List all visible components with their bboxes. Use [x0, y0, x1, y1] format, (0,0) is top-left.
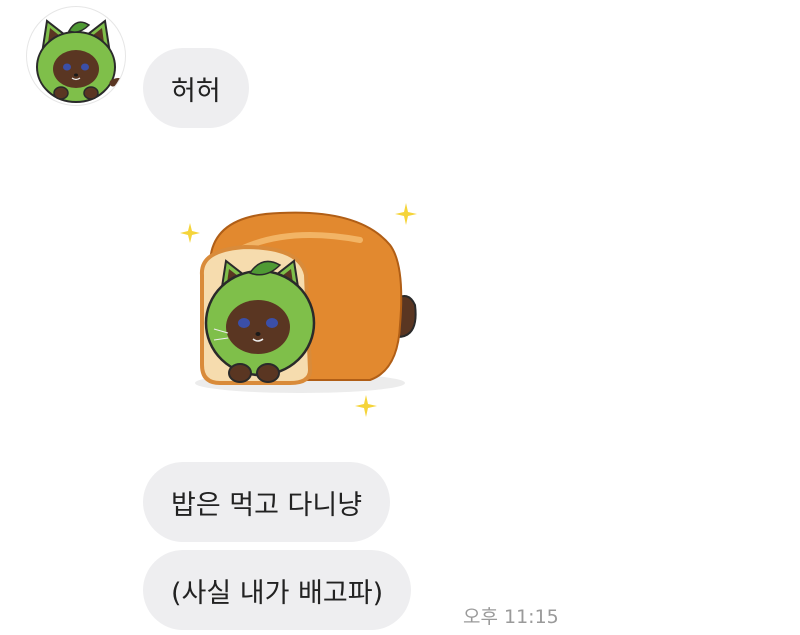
cat-in-bread-loaf-sticker[interactable] [170, 195, 430, 429]
sender-avatar[interactable] [26, 6, 126, 106]
message-timestamp: 오후 11:15 [463, 606, 559, 628]
message-text: 밥은 먹고 다니냥 [171, 489, 363, 521]
bread-cat-sticker-image [180, 203, 417, 417]
message-text: (사실 내가 배고파) [171, 577, 384, 609]
message-text: 허허 [171, 75, 221, 107]
message-bubble[interactable]: 밥은 먹고 다니냥 [143, 462, 391, 542]
message-bubble[interactable]: (사실 내가 배고파) [143, 550, 412, 630]
green-hooded-cat-avatar-icon [36, 19, 125, 103]
message-bubble[interactable]: 허허 [143, 48, 249, 128]
